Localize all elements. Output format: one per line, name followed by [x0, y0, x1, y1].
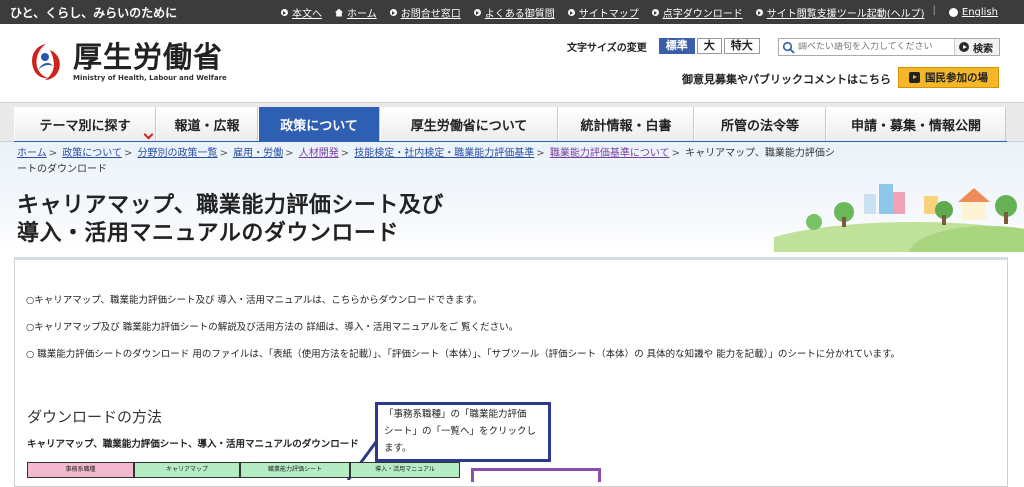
- chevron-down-icon: [143, 129, 154, 140]
- breadcrumb-link[interactable]: 雇用・労働: [233, 148, 283, 159]
- font-size-large-button[interactable]: 大: [696, 38, 722, 54]
- download-method-heading: ダウンロードの方法: [27, 408, 163, 426]
- breadcrumb: ホーム > 政策について > 分野別の政策一覧 > 雇用・労働 > 人材開発 > 技能検定…: [17, 148, 835, 175]
- global-nav: テーマ別に探す 報道・広報 政策について 厚生労働省について 統計情報・白書 所…: [0, 102, 1024, 143]
- font-size-xlarge-button[interactable]: 特大: [723, 38, 760, 54]
- english-link[interactable]: English: [948, 5, 998, 20]
- globe-icon: [948, 8, 958, 17]
- intro-note: ○キャリアマップ、職業能力評価シート及び 導入・活用マニュアルは、こちらからダウ…: [26, 295, 483, 306]
- breadcrumb-link[interactable]: ホーム: [17, 148, 47, 159]
- breadcrumb-link[interactable]: 技能検定・社内検定・職業能力評価基準: [354, 148, 534, 159]
- font-size-label: 文字サイズの変更: [567, 42, 647, 54]
- circle-arrow-icon: [567, 9, 575, 16]
- home-icon: [335, 8, 343, 17]
- page-hero: ホーム > 政策について > 分野別の政策一覧 > 雇用・労働 > 人材開発 > 技能検定…: [0, 142, 1024, 252]
- instruction-callout: 「事務系職種」の「職業能力評価 シート」の「一覧へ」をクリックし ます。: [375, 402, 551, 462]
- arrow-icon: [909, 72, 920, 83]
- braille-download-link[interactable]: 点字ダウンロード: [651, 5, 743, 20]
- breadcrumb-link[interactable]: 人材開発: [299, 148, 339, 159]
- nav-item-press[interactable]: 報道・広報: [156, 107, 258, 141]
- browsing-support-link[interactable]: サイト閲覧支援ツール起動(ヘルプ): [755, 5, 925, 20]
- circle-arrow-icon: [651, 9, 659, 16]
- circle-arrow-icon: [473, 9, 481, 16]
- utility-links: 本文へ ホーム お問合せ窓口 よくある御質問 サイトマップ 点字ダウンロード サ…: [268, 5, 998, 20]
- breadcrumb-link[interactable]: 職業能力評価基準について: [550, 148, 670, 159]
- font-size-standard-button[interactable]: 標準: [658, 38, 695, 54]
- circle-arrow-icon: [959, 42, 969, 52]
- contact-link[interactable]: お問合せ窓口: [389, 5, 461, 20]
- page-title: キャリアマップ、職業能力評価シート及び 導入・活用マニュアルのダウンロード: [17, 193, 444, 246]
- home-link[interactable]: ホーム: [335, 5, 377, 20]
- intro-note: ○ 職業能力評価シートのダウンロード 用のファイルは、「表紙（使用方法を記載）」…: [26, 349, 901, 360]
- town-illustration: [774, 184, 1024, 252]
- tagline: ひと、くらし、みらいのために: [10, 6, 178, 20]
- logo-japanese: 厚生労働省: [73, 40, 224, 74]
- nav-item-policy[interactable]: 政策について: [258, 107, 380, 141]
- circle-arrow-icon: [389, 9, 397, 16]
- download-subheading: キャリアマップ、職業能力評価シート、導入・活用マニュアルのダウンロード: [27, 439, 359, 450]
- breadcrumb-link[interactable]: 分野別の政策一覧: [138, 148, 218, 159]
- public-comment-link[interactable]: 御意見募集やパブリックコメントはこちら: [682, 71, 891, 87]
- utility-bar: ひと、くらし、みらいのために 本文へ ホーム お問合せ窓口 よくある御質問 サイ…: [0, 0, 1024, 24]
- skip-to-content-link[interactable]: 本文へ: [281, 5, 322, 20]
- breadcrumb-link[interactable]: 政策について: [62, 148, 122, 159]
- public-participation-button[interactable]: 国民参加の場: [898, 67, 999, 88]
- site-logo[interactable]: 厚生労働省 Ministry of Health, Labour and Wel…: [26, 40, 227, 82]
- intro-note: ○キャリアマップ及び 職業能力評価シートの解説及び活用方法の 詳細は、導入・活用…: [26, 322, 519, 333]
- mhlw-logo-icon: [26, 40, 66, 82]
- highlight-box: [471, 468, 601, 482]
- intro-notes: ○キャリアマップ、職業能力評価シート及び 導入・活用マニュアルは、こちらからダウ…: [26, 294, 900, 375]
- search-input[interactable]: [798, 42, 948, 52]
- search-icon: [782, 40, 796, 54]
- nav-item-laws[interactable]: 所管の法令等: [694, 107, 826, 141]
- circle-arrow-icon: [755, 9, 763, 16]
- nav-item-about[interactable]: 厚生労働省について: [380, 107, 558, 141]
- site-search: 検索: [778, 38, 1000, 56]
- nav-item-statistics[interactable]: 統計情報・白書: [558, 107, 694, 141]
- faq-link[interactable]: よくある御質問: [473, 5, 555, 20]
- divider: |: [932, 5, 936, 16]
- search-button[interactable]: 検索: [954, 39, 999, 55]
- logo-english: Ministry of Health, Labour and Welfare: [73, 74, 227, 82]
- nav-item-theme[interactable]: テーマ別に探す: [14, 107, 156, 141]
- sitemap-link[interactable]: サイトマップ: [567, 5, 639, 20]
- nav-item-applications[interactable]: 申請・募集・情報公開: [826, 107, 1006, 141]
- circle-arrow-icon: [281, 9, 288, 16]
- site-header: 厚生労働省 Ministry of Health, Labour and Wel…: [0, 24, 1024, 102]
- font-size-switcher: 文字サイズの変更 標準 大 特大: [567, 38, 760, 54]
